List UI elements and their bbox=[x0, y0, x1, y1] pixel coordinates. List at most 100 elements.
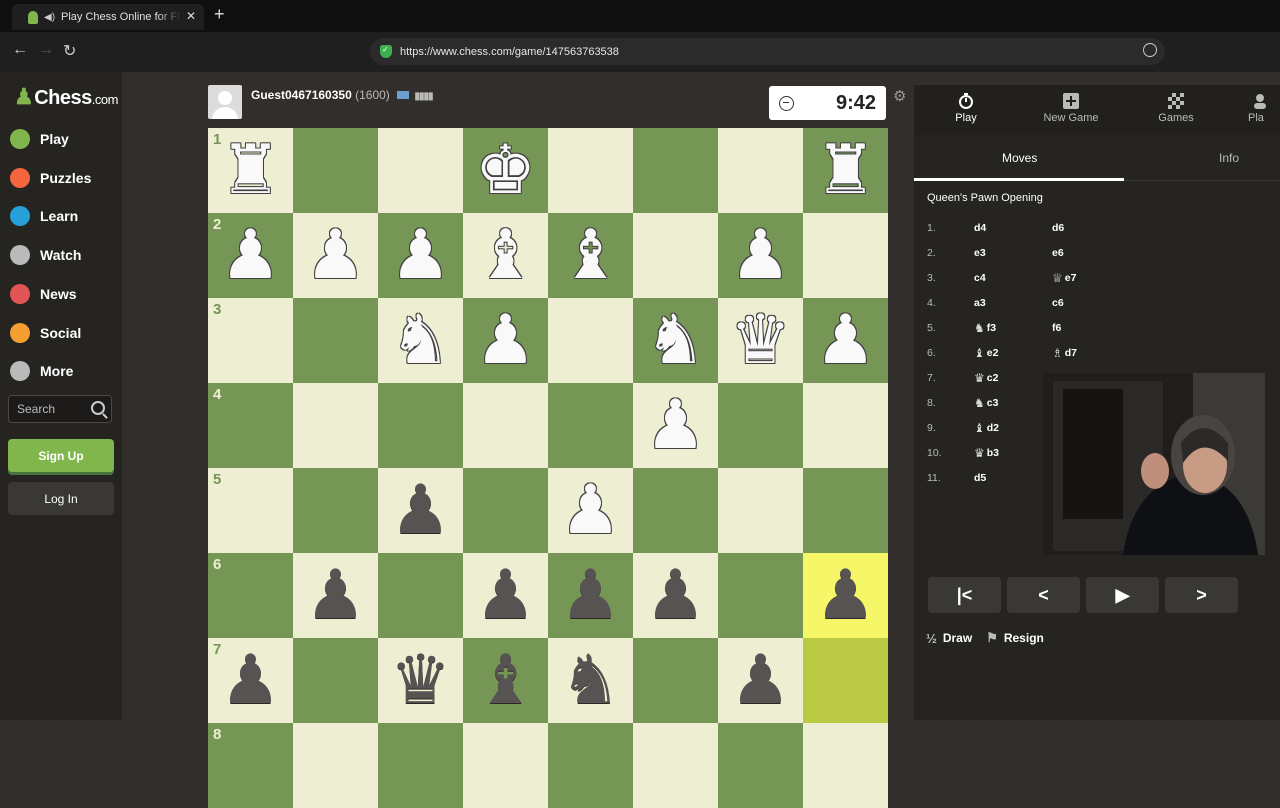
sidebar-item-social[interactable]: Social bbox=[10, 319, 81, 347]
board-square[interactable]: ♜ bbox=[803, 128, 888, 213]
black-pawn-piece[interactable]: ♟ bbox=[463, 553, 548, 638]
board-square[interactable]: ♟ bbox=[293, 553, 378, 638]
black-move[interactable]: ♗ d7 bbox=[1052, 346, 1130, 360]
forward-icon[interactable]: → bbox=[38, 41, 54, 59]
board-square[interactable] bbox=[293, 298, 378, 383]
reload-icon[interactable]: ↻ bbox=[63, 41, 76, 61]
board-square[interactable] bbox=[633, 128, 718, 213]
black-move[interactable]: e6 bbox=[1052, 247, 1130, 259]
board-square[interactable]: ♟ bbox=[378, 213, 463, 298]
white-pawn-piece[interactable]: ♟ bbox=[548, 468, 633, 553]
sidebar-item-play[interactable]: Play bbox=[10, 125, 69, 153]
tab-new-game[interactable]: New Game bbox=[1031, 93, 1111, 124]
board-square[interactable] bbox=[293, 638, 378, 723]
board-square[interactable] bbox=[293, 383, 378, 468]
tab-games[interactable]: Games bbox=[1136, 93, 1216, 124]
opening-name[interactable]: Queen's Pawn Opening bbox=[927, 192, 1043, 204]
white-king-piece[interactable]: ♚ bbox=[463, 128, 548, 213]
board-square[interactable] bbox=[463, 723, 548, 808]
white-move[interactable]: ♞ c3 bbox=[974, 396, 1052, 410]
draw-button[interactable]: ½ Draw bbox=[926, 630, 972, 646]
black-move[interactable]: d6 bbox=[1052, 222, 1130, 234]
board-square[interactable]: ♝ bbox=[548, 213, 633, 298]
board-square[interactable]: ♟ bbox=[378, 468, 463, 553]
signup-button[interactable]: Sign Up bbox=[8, 439, 114, 472]
black-pawn-piece[interactable]: ♟ bbox=[803, 553, 888, 638]
speaker-icon[interactable]: ◀) bbox=[44, 12, 55, 23]
board-square[interactable]: ♟ bbox=[293, 213, 378, 298]
tab-play[interactable]: Play bbox=[926, 93, 1006, 124]
board-square[interactable] bbox=[633, 213, 718, 298]
white-move[interactable]: e3 bbox=[974, 247, 1052, 259]
board-square[interactable]: ♟ bbox=[633, 553, 718, 638]
play-button[interactable]: ▶ bbox=[1086, 577, 1159, 613]
board-square[interactable] bbox=[803, 723, 888, 808]
sidebar-item-news[interactable]: News bbox=[10, 280, 77, 308]
tab-players[interactable]: Pla bbox=[1236, 93, 1276, 124]
black-pawn-piece[interactable]: ♟ bbox=[378, 468, 463, 553]
black-pawn-piece[interactable]: ♟ bbox=[208, 638, 293, 723]
white-pawn-piece[interactable]: ♟ bbox=[803, 298, 888, 383]
board-square[interactable] bbox=[463, 383, 548, 468]
board-square[interactable]: 8 bbox=[208, 723, 293, 808]
board-square[interactable]: ♟ bbox=[718, 638, 803, 723]
board-square[interactable] bbox=[293, 128, 378, 213]
login-button[interactable]: Log In bbox=[8, 482, 114, 515]
white-bishop-piece[interactable]: ♝ bbox=[463, 213, 548, 298]
black-pawn-piece[interactable]: ♟ bbox=[633, 553, 718, 638]
board-square[interactable] bbox=[718, 468, 803, 553]
sidebar-item-learn[interactable]: Learn bbox=[10, 202, 78, 230]
black-move[interactable]: ♕ e7 bbox=[1052, 271, 1130, 285]
prev-move-button[interactable]: < bbox=[1007, 577, 1080, 613]
board-square[interactable] bbox=[463, 468, 548, 553]
white-move[interactable]: ♞ f3 bbox=[974, 321, 1052, 335]
board-square[interactable]: ♟ bbox=[463, 553, 548, 638]
white-move[interactable]: ♛ c2 bbox=[974, 371, 1052, 385]
opponent-name[interactable]: Guest0467160350 bbox=[251, 88, 352, 102]
white-rook-piece[interactable]: ♜ bbox=[803, 128, 888, 213]
board-square[interactable]: 5 bbox=[208, 468, 293, 553]
white-move[interactable]: a3 bbox=[974, 297, 1052, 309]
board-square[interactable] bbox=[548, 298, 633, 383]
board-square[interactable] bbox=[718, 723, 803, 808]
board-square[interactable]: ♛ bbox=[378, 638, 463, 723]
chesscom-logo[interactable]: ♟ Chess .com bbox=[14, 84, 118, 110]
white-move[interactable]: c4 bbox=[974, 272, 1052, 284]
board-square[interactable] bbox=[803, 638, 888, 723]
board-square[interactable] bbox=[548, 128, 633, 213]
tab-info[interactable]: Info bbox=[1219, 151, 1239, 165]
board-square[interactable] bbox=[803, 383, 888, 468]
board-square[interactable] bbox=[548, 383, 633, 468]
close-tab-icon[interactable]: ✕ bbox=[186, 9, 196, 23]
board-square[interactable] bbox=[293, 723, 378, 808]
board-settings-gear-icon[interactable]: ⚙ bbox=[893, 87, 906, 105]
board-square[interactable] bbox=[548, 723, 633, 808]
board-square[interactable] bbox=[803, 468, 888, 553]
white-move[interactable]: ♝ e2 bbox=[974, 346, 1052, 360]
white-knight-piece[interactable]: ♞ bbox=[378, 298, 463, 383]
board-square[interactable]: ♟ bbox=[633, 383, 718, 468]
white-pawn-piece[interactable]: ♟ bbox=[463, 298, 548, 383]
board-square[interactable]: 7 ♟ bbox=[208, 638, 293, 723]
board-square[interactable]: ♛ bbox=[718, 298, 803, 383]
white-pawn-piece[interactable]: ♟ bbox=[293, 213, 378, 298]
white-bishop-piece[interactable]: ♝ bbox=[548, 213, 633, 298]
board-square[interactable]: ♚ bbox=[463, 128, 548, 213]
white-knight-piece[interactable]: ♞ bbox=[633, 298, 718, 383]
board-square[interactable]: ♝ bbox=[463, 638, 548, 723]
board-square[interactable]: ♟ bbox=[803, 298, 888, 383]
board-square[interactable]: 1 ♜ bbox=[208, 128, 293, 213]
next-move-button[interactable]: > bbox=[1165, 577, 1238, 613]
white-move[interactable]: d4 bbox=[974, 222, 1052, 234]
tab-moves[interactable]: Moves bbox=[1002, 151, 1037, 165]
board-square[interactable] bbox=[633, 638, 718, 723]
sidebar-item-more[interactable]: More bbox=[10, 357, 73, 385]
board-square[interactable] bbox=[378, 383, 463, 468]
board-square[interactable] bbox=[718, 128, 803, 213]
board-square[interactable] bbox=[718, 383, 803, 468]
opponent-avatar[interactable] bbox=[208, 85, 242, 119]
white-move[interactable]: d5 bbox=[974, 472, 1052, 484]
board-square[interactable] bbox=[718, 553, 803, 638]
back-icon[interactable]: ← bbox=[12, 41, 28, 59]
board-square[interactable] bbox=[633, 723, 718, 808]
